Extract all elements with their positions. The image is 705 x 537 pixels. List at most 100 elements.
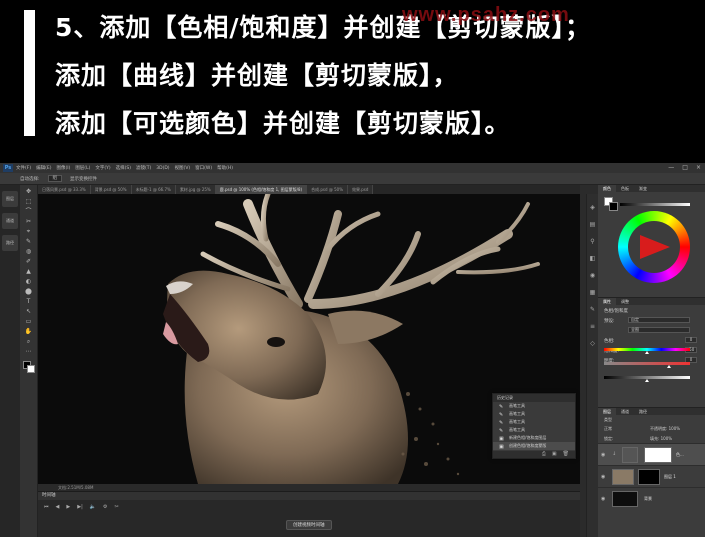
menu-image[interactable]: 图像(I) — [56, 165, 70, 171]
color-wheel[interactable] — [618, 211, 690, 283]
rail-item[interactable]: 路径 — [2, 235, 18, 251]
visibility-eye-icon[interactable]: ◉ — [601, 496, 605, 502]
show-transform-checkbox[interactable]: 显示变换控件 — [70, 176, 97, 182]
doc-tab[interactable]: 素材.jpg @ 25% — [175, 185, 216, 194]
panel-icon[interactable]: ⚲ — [589, 238, 597, 245]
background-swatch[interactable] — [609, 202, 618, 211]
layer-name[interactable]: 色... — [676, 452, 684, 458]
background-color[interactable] — [26, 365, 35, 373]
lasso-tool-icon[interactable]: ⌒ — [24, 209, 34, 215]
brightness-slider[interactable] — [620, 203, 690, 206]
play-icon[interactable]: ▶ — [66, 504, 70, 510]
doc-tab[interactable]: 日落风景.psd @ 33.3% — [38, 185, 91, 194]
doc-tab[interactable]: 未标题-1 @ 66.7% — [131, 185, 176, 194]
eyedropper-tool-icon[interactable]: ⌖ — [24, 229, 34, 235]
panel-icon[interactable]: ▤ — [589, 221, 597, 228]
panel-icon[interactable]: ◉ — [589, 272, 597, 279]
audio-icon[interactable]: 🔈 — [90, 504, 96, 510]
brush-tool-icon[interactable]: ✐ — [24, 259, 34, 265]
hue-slider[interactable] — [604, 348, 690, 354]
panel-icon[interactable]: ▦ — [589, 289, 597, 296]
hue-slider-thumb[interactable] — [645, 351, 649, 354]
foreground-background-swatch[interactable] — [22, 361, 35, 373]
doc-tab[interactable]: 背景.psd @ 50% — [90, 185, 132, 194]
visibility-eye-icon[interactable]: ◉ — [601, 452, 605, 458]
layer-name[interactable]: 背景 — [644, 496, 652, 502]
history-item[interactable]: ✎ 画笔工具 — [493, 426, 575, 434]
preset-dropdown[interactable]: 自定 — [628, 317, 690, 323]
eraser-tool-icon[interactable]: ▲ — [24, 269, 34, 275]
trash-icon[interactable]: 🗑 — [563, 451, 569, 458]
menu-type[interactable]: 文字(Y) — [95, 165, 110, 171]
menu-file[interactable]: 文件(F) — [16, 165, 31, 171]
tab-channels[interactable]: 通道 — [616, 408, 634, 415]
tab-properties[interactable]: 属性 — [598, 298, 616, 305]
panel-icon[interactable]: ◧ — [589, 255, 597, 262]
color-triangle[interactable] — [640, 235, 670, 259]
split-icon[interactable]: ✂ — [114, 504, 118, 510]
snapshot-icon[interactable]: ⎙ — [542, 451, 546, 458]
marquee-tool-icon[interactable]: ⬚ — [24, 199, 34, 205]
history-item-active[interactable]: ▣ 创建色相/饱和度蒙版 — [493, 442, 575, 450]
shape-tool-icon[interactable]: ▭ — [24, 319, 34, 325]
lightness-slider[interactable] — [604, 376, 690, 382]
menu-3d[interactable]: 3D(D) — [156, 166, 169, 171]
rail-item[interactable]: 图层 — [2, 191, 18, 207]
layer-name[interactable]: 图层 1 — [664, 474, 676, 480]
menu-select[interactable]: 选择(S) — [116, 165, 131, 171]
new-document-icon[interactable]: ▣ — [552, 451, 557, 458]
maximize-button[interactable]: □ — [682, 164, 688, 171]
zoom-tool-icon[interactable]: ⌕ — [24, 339, 34, 345]
dodge-tool-icon[interactable]: ⬤ — [24, 289, 34, 295]
panel-icon[interactable]: ≡ — [589, 323, 597, 330]
panel-icon[interactable]: ◇ — [589, 340, 597, 347]
lightness-slider-thumb[interactable] — [645, 379, 649, 382]
deer-layer-mask-thumbnail[interactable] — [638, 469, 660, 485]
menu-edit[interactable]: 编辑(E) — [36, 165, 51, 171]
crop-tool-icon[interactable]: ✂ — [24, 219, 34, 225]
menu-layer[interactable]: 图层(L) — [75, 165, 90, 171]
close-button[interactable]: × — [696, 164, 701, 171]
tab-adjustments[interactable]: 调整 — [616, 298, 634, 305]
layer-mask-thumbnail[interactable] — [644, 447, 672, 463]
doc-tab-active[interactable]: 鹿.psd @ 100% (色相/饱和度 1, 图层蒙版/8) — [215, 185, 308, 194]
layer-row-hue-saturation[interactable]: ◉ ↓ 色... — [598, 443, 705, 465]
layer-row-background[interactable]: ◉ 背景 — [598, 487, 705, 509]
panel-icon[interactable]: ◈ — [589, 204, 597, 211]
history-item[interactable]: ▣ 新建色相/饱和度图层 — [493, 434, 575, 442]
color-swatches[interactable] — [604, 197, 618, 211]
move-tool-icon[interactable]: ✥ — [24, 189, 34, 195]
settings-icon[interactable]: ⚙ — [103, 504, 107, 510]
saturation-slider-thumb[interactable] — [666, 365, 671, 368]
auto-select-dropdown[interactable]: 组 — [47, 175, 63, 182]
gradient-tool-icon[interactable]: ◐ — [24, 279, 34, 285]
tab-layers[interactable]: 图层 — [598, 408, 616, 415]
rail-item[interactable]: 通道 — [2, 213, 18, 229]
create-video-timeline-button[interactable]: 创建视频时间轴 — [286, 520, 332, 530]
stamp-tool-icon[interactable]: ◍ — [24, 249, 34, 255]
layer-filter-dropdown[interactable]: 类型 — [598, 415, 705, 424]
tab-swatches[interactable]: 色板 — [616, 185, 634, 192]
doc-tab[interactable]: 合成.psd @ 50% — [307, 185, 348, 194]
history-item[interactable]: ✎ 画笔工具 — [493, 418, 575, 426]
more-tools-icon[interactable]: ⋯ — [24, 349, 34, 355]
path-select-tool-icon[interactable]: ↖ — [24, 309, 34, 315]
channel-dropdown[interactable]: 全图 — [628, 327, 690, 333]
fill-field[interactable]: 填充: 100% — [650, 436, 672, 442]
tab-gradients[interactable]: 渐变 — [634, 185, 652, 192]
history-item[interactable]: ✎ 画笔工具 — [493, 410, 575, 418]
opacity-field[interactable]: 不透明度: 100% — [650, 426, 680, 432]
tab-color[interactable]: 颜色 — [598, 185, 616, 192]
next-frame-icon[interactable]: ▶| — [77, 504, 83, 510]
menu-filter[interactable]: 滤镜(T) — [136, 165, 151, 171]
type-tool-icon[interactable]: T — [24, 299, 34, 305]
saturation-slider[interactable] — [604, 362, 690, 368]
menu-window[interactable]: 窗口(W) — [195, 165, 212, 171]
healing-tool-icon[interactable]: ✎ — [24, 239, 34, 245]
hue-value[interactable]: 0 — [685, 337, 697, 343]
panel-icon[interactable]: ✎ — [589, 306, 597, 313]
doc-tab[interactable]: 效果.psd — [348, 185, 374, 194]
menu-help[interactable]: 帮助(H) — [217, 165, 233, 171]
prev-frame-icon[interactable]: ◀ — [56, 504, 60, 510]
minimize-button[interactable]: — — [668, 164, 674, 171]
